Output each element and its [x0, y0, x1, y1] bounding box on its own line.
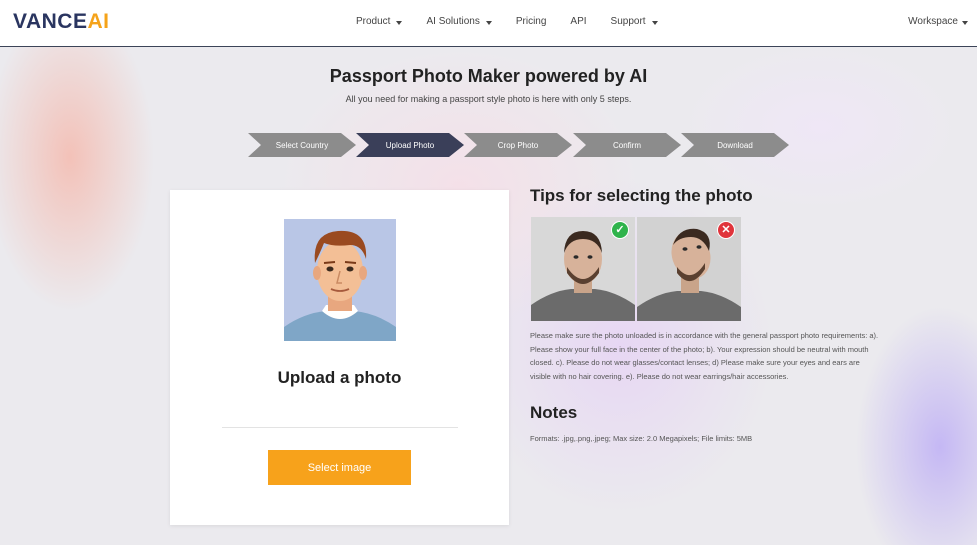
page-title: Passport Photo Maker powered by AI: [329, 66, 648, 86]
upload-title: Upload a photo: [277, 368, 402, 387]
tip-photo-correct: ✓: [531, 217, 635, 321]
workspace-label: Workspace: [908, 16, 958, 27]
chevron-down-icon: [651, 20, 658, 25]
upload-card: Upload a photo Select image: [170, 190, 509, 525]
chevron-down-icon: [485, 20, 492, 25]
nav-item-support[interactable]: Support: [611, 16, 658, 27]
logo-vance-text: VANCE: [13, 10, 88, 33]
nav-item-label: API: [570, 16, 587, 27]
step-download: Download: [681, 133, 789, 157]
notes-description: Formats: .jpg,.png,.jpeg; Max size: 2.0 …: [530, 434, 753, 443]
step-upload-photo: Upload Photo: [356, 133, 464, 157]
nav-item-label: Support: [610, 16, 646, 27]
step-label: Confirm: [612, 140, 641, 150]
tips-title: Tips for selecting the photo: [530, 186, 753, 205]
logo-ai-text: AI: [87, 10, 110, 33]
tip-photo-incorrect: ✕: [637, 217, 741, 321]
tips-description: Please make sure the photo unloaded is i…: [530, 331, 879, 381]
main-nav: Product AI Solutions Pricing API Support: [356, 16, 682, 27]
nav-item-api[interactable]: API: [570, 16, 586, 27]
chevron-down-icon: [962, 20, 968, 25]
check-icon: ✓: [611, 221, 629, 239]
workspace-menu[interactable]: Workspace: [908, 16, 968, 27]
top-navbar: VANCEAI Product AI Solutions Pricing API…: [0, 0, 977, 47]
step-label: Download: [717, 140, 753, 150]
nav-item-label: Product: [356, 16, 391, 27]
step-confirm: Confirm: [573, 133, 681, 157]
step-label: Select Country: [275, 140, 329, 150]
step-crop-photo: Crop Photo: [464, 133, 572, 157]
sample-avatar-image: [284, 219, 396, 341]
nav-item-label: AI Solutions: [426, 16, 480, 27]
select-image-button[interactable]: Select image: [268, 450, 411, 485]
step-label: Upload Photo: [385, 140, 435, 150]
nav-item-label: Pricing: [515, 16, 547, 27]
vanceai-logo[interactable]: VANCEAI: [13, 10, 109, 34]
divider: [222, 427, 458, 428]
step-select-country: Select Country: [248, 133, 356, 157]
nav-item-pricing[interactable]: Pricing: [516, 16, 547, 27]
step-label: Crop Photo: [497, 140, 539, 150]
nav-item-product[interactable]: Product: [356, 16, 403, 27]
page-subtitle: All you need for making a passport style…: [345, 94, 632, 104]
chevron-down-icon: [396, 20, 403, 25]
nav-item-ai-solutions[interactable]: AI Solutions: [426, 16, 492, 27]
notes-title: Notes: [530, 403, 578, 422]
close-icon: ✕: [717, 221, 735, 239]
